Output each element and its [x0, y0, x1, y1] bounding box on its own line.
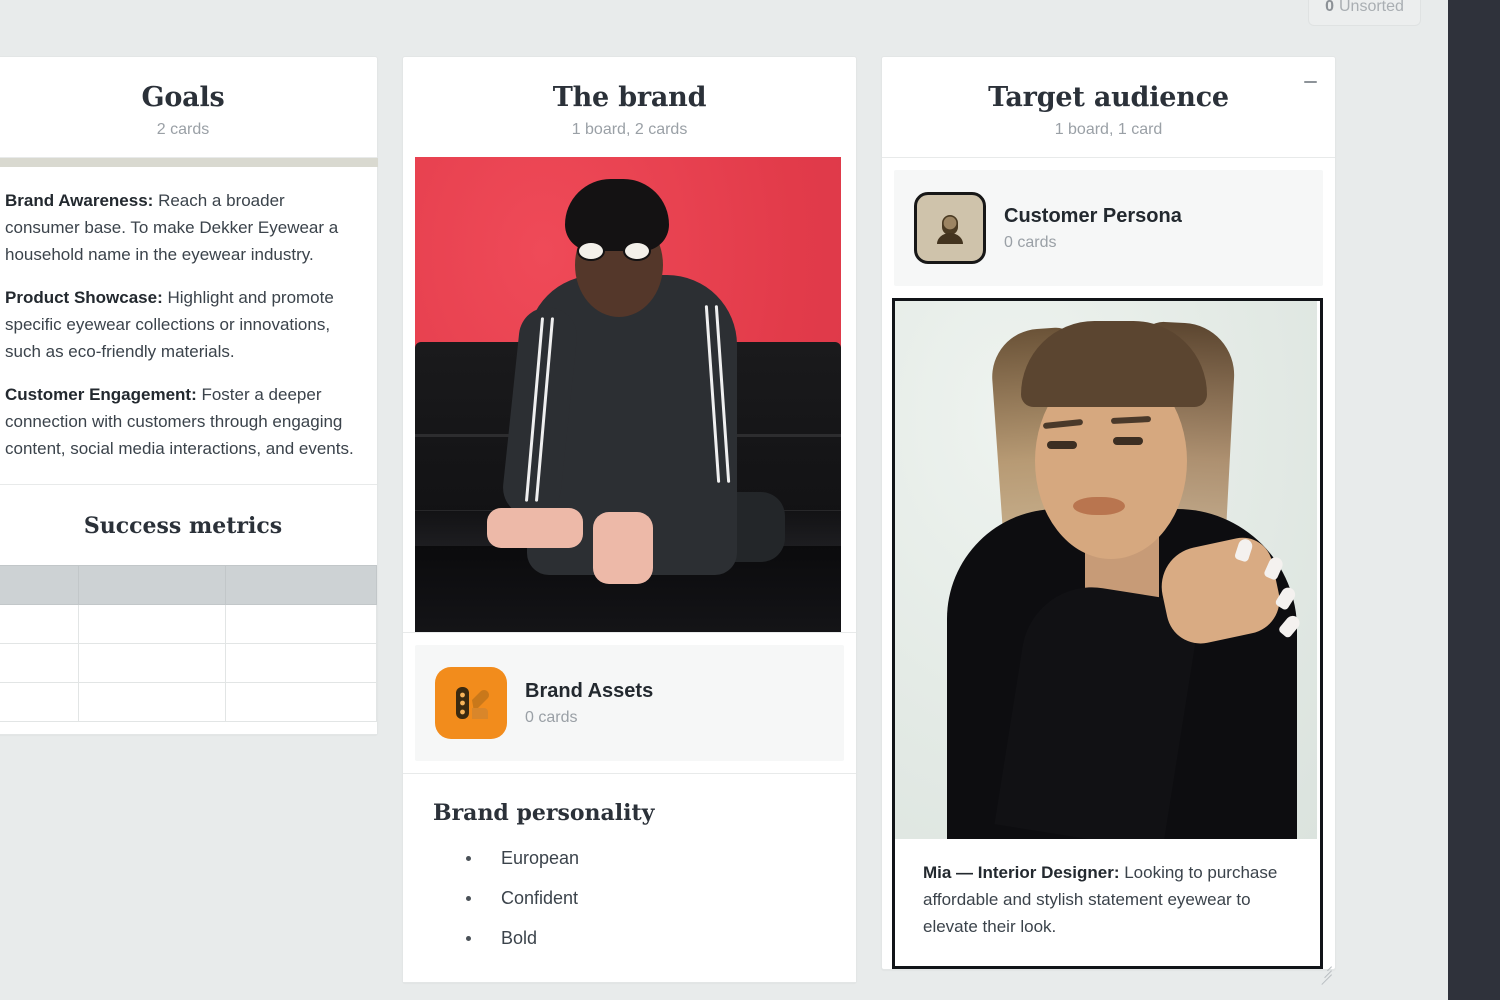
card-brand-photo[interactable]	[415, 156, 844, 632]
table-row	[0, 603, 377, 644]
table-cell[interactable]	[77, 642, 227, 683]
board-canvas: 0 Unsorted Goals 2 cards Brand Awareness…	[0, 0, 1500, 1000]
column-target-audience-title: Target audience	[988, 82, 1229, 113]
table-row	[0, 642, 377, 683]
board-tile-name: Customer Persona	[1004, 204, 1182, 227]
card-goals-note[interactable]: Brand Awareness: Reach a broader consume…	[0, 156, 378, 484]
goal-paragraph: Brand Awareness: Reach a broader consume…	[5, 187, 361, 268]
board-tile-card-count: 0 cards	[525, 708, 578, 726]
brand-personality-list: European Confident Bold	[433, 838, 826, 958]
column-target-audience-subtitle: 1 board, 1 card	[1054, 120, 1163, 138]
resize-handle[interactable]	[1316, 962, 1332, 985]
column-the-brand[interactable]: The brand 1 board, 2 cards Brand Assets …	[402, 56, 857, 983]
table-cell[interactable]	[225, 603, 377, 644]
minimize-icon[interactable]	[1299, 71, 1321, 93]
persona-photo-image	[895, 300, 1317, 839]
card-goals-note-body: Brand Awareness: Reach a broader consume…	[0, 167, 377, 484]
card-accent-bar	[0, 157, 378, 167]
goal-lead: Product Showcase:	[5, 287, 163, 307]
unsorted-label: Unsorted	[1338, 0, 1404, 15]
column-goals-header: Goals 2 cards	[0, 57, 377, 157]
table-header-cell[interactable]	[0, 564, 79, 605]
table-cell[interactable]	[77, 681, 227, 722]
board-tile-customer-persona[interactable]: Customer Persona 0 cards	[894, 169, 1323, 286]
table-header-cell[interactable]	[77, 564, 227, 605]
color-palette-icon	[435, 666, 507, 739]
table-cell[interactable]	[0, 642, 79, 683]
board-tile-card-count: 0 cards	[1004, 233, 1057, 251]
person-avatar-icon	[914, 191, 986, 264]
persona-lead: Mia — Interior Designer:	[923, 862, 1120, 882]
goal-lead: Customer Engagement:	[5, 384, 197, 404]
card-persona-mia[interactable]: Mia — Interior Designer: Looking to purc…	[892, 297, 1332, 985]
card-brand-personality[interactable]: Brand personality European Confident Bol…	[403, 772, 856, 982]
column-the-brand-title: The brand	[552, 82, 707, 113]
table-row	[0, 681, 377, 722]
board-tile-brand-assets[interactable]: Brand Assets 0 cards	[415, 644, 844, 761]
column-target-audience[interactable]: Target audience 1 board, 1 card Customer…	[881, 56, 1336, 985]
board-tile-customer-persona-text: Customer Persona 0 cards	[1004, 204, 1182, 252]
card-bottom-padding	[0, 721, 377, 734]
card-brand-assets-wrap: Brand Assets 0 cards	[403, 631, 856, 761]
right-side-panel	[1448, 0, 1500, 1000]
goal-paragraph: Product Showcase: Highlight and promote …	[5, 284, 361, 365]
persona-description: Mia — Interior Designer: Looking to purc…	[895, 839, 1320, 966]
table-cell[interactable]	[225, 642, 377, 683]
card-success-metrics[interactable]: Success metrics	[0, 483, 377, 734]
brand-personality-title: Brand personality	[433, 799, 655, 826]
column-goals-title: Goals	[141, 82, 225, 113]
column-the-brand-header: The brand 1 board, 2 cards	[403, 57, 856, 157]
card-customer-persona-wrap: Customer Persona 0 cards	[882, 156, 1335, 286]
goal-lead: Brand Awareness:	[5, 190, 154, 210]
list-item: European	[433, 838, 826, 878]
unsorted-button[interactable]: 0 Unsorted	[1308, 0, 1421, 26]
table-cell[interactable]	[0, 603, 79, 644]
column-the-brand-subtitle: 1 board, 2 cards	[571, 120, 688, 138]
list-item: Confident	[433, 878, 826, 918]
table-cell[interactable]	[0, 681, 79, 722]
success-metrics-title: Success metrics	[83, 512, 283, 539]
goal-paragraph: Customer Engagement: Foster a deeper con…	[5, 381, 361, 462]
column-goals[interactable]: Goals 2 cards Brand Awareness: Reach a b…	[0, 56, 378, 735]
table-header-row	[0, 564, 377, 605]
board-tile-brand-assets-text: Brand Assets 0 cards	[525, 679, 653, 727]
list-item: Bold	[433, 918, 826, 958]
table-cell[interactable]	[77, 603, 227, 644]
table-header-cell[interactable]	[225, 564, 377, 605]
success-metrics-table[interactable]	[0, 564, 377, 722]
column-target-audience-header: Target audience 1 board, 1 card	[882, 57, 1335, 157]
brand-photo-image	[415, 156, 841, 632]
board-tile-name: Brand Assets	[525, 679, 654, 702]
unsorted-count: 0	[1325, 0, 1334, 15]
board-columns: Goals 2 cards Brand Awareness: Reach a b…	[0, 56, 1336, 985]
column-goals-subtitle: 2 cards	[156, 120, 210, 138]
table-cell[interactable]	[225, 681, 377, 722]
